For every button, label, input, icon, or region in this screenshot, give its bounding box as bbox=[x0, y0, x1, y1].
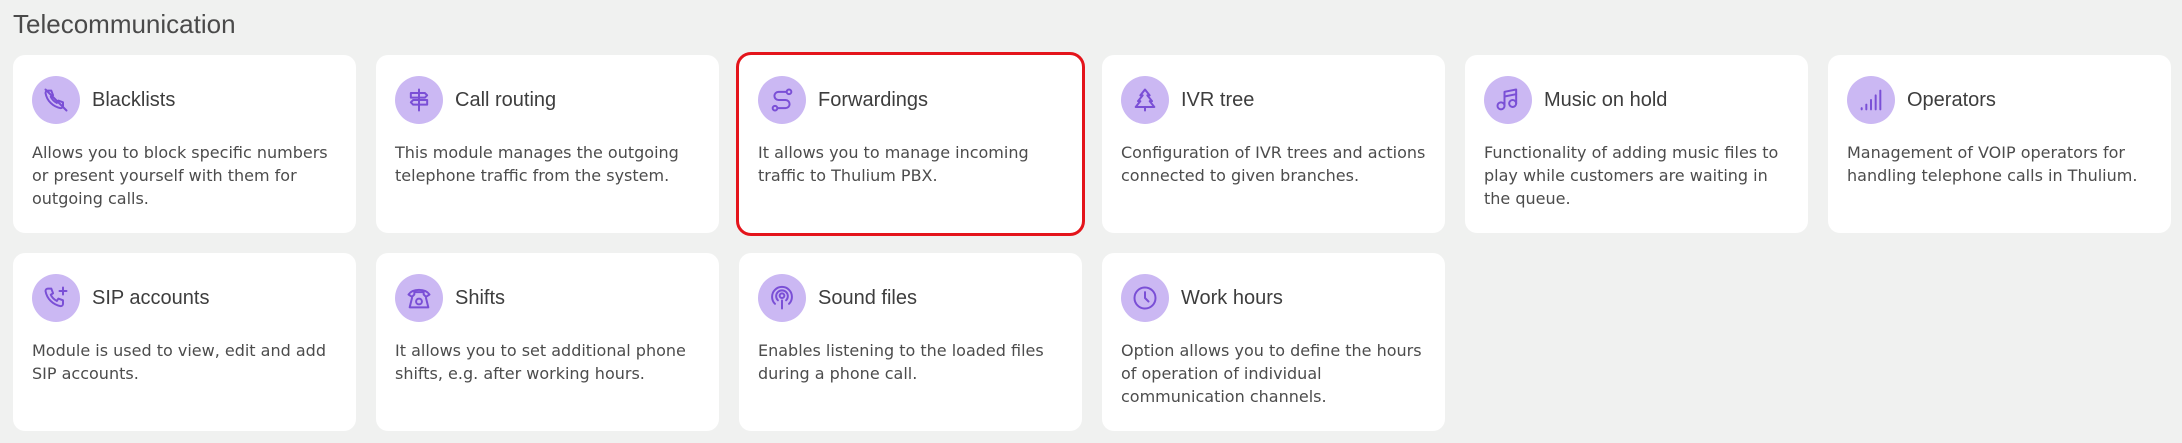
card-header: SIP accounts bbox=[32, 273, 337, 323]
signal-bars-icon bbox=[1847, 76, 1895, 124]
card-description: Management of VOIP operators for handlin… bbox=[1847, 143, 2138, 185]
card-description: Configuration of IVR trees and actions c… bbox=[1121, 143, 1426, 185]
section-title: Telecommunication bbox=[13, 9, 236, 39]
module-card-music-on-hold[interactable]: Music on hold Functionality of adding mu… bbox=[1465, 55, 1808, 233]
signpost-icon bbox=[395, 76, 443, 124]
card-description: Allows you to block specific numbers or … bbox=[32, 143, 328, 208]
card-header: Call routing bbox=[395, 75, 700, 125]
card-title: Forwardings bbox=[818, 88, 929, 111]
card-title: IVR tree bbox=[1181, 88, 1255, 111]
module-card-blacklists[interactable]: Blacklists Allows you to block specific … bbox=[13, 55, 356, 233]
card-title: Sound files bbox=[818, 286, 917, 309]
module-card-forwardings[interactable]: Forwardings It allows you to manage inco… bbox=[736, 52, 1085, 236]
rotary-phone-icon bbox=[395, 274, 443, 322]
card-title: Call routing bbox=[455, 88, 557, 111]
card-description: It allows you to set additional phone sh… bbox=[395, 341, 686, 383]
card-header: Work hours bbox=[1121, 273, 1426, 323]
module-card-sip-accounts[interactable]: SIP accounts Module is used to view, edi… bbox=[13, 253, 356, 431]
card-header: Forwardings bbox=[758, 75, 1063, 125]
module-card-call-routing[interactable]: Call routing This module manages the out… bbox=[376, 55, 719, 233]
card-title: Blacklists bbox=[92, 88, 176, 111]
podcast-icon bbox=[758, 274, 806, 322]
card-description: Option allows you to define the hours of… bbox=[1121, 341, 1422, 406]
module-card-shifts[interactable]: Shifts It allows you to set additional p… bbox=[376, 253, 719, 431]
card-header: Music on hold bbox=[1484, 75, 1789, 125]
card-header: Sound files bbox=[758, 273, 1063, 323]
module-card-ivr-tree[interactable]: IVR tree Configuration of IVR trees and … bbox=[1102, 55, 1445, 233]
card-description: Module is used to view, edit and add SIP… bbox=[32, 341, 326, 383]
tree-icon bbox=[1121, 76, 1169, 124]
card-header: Shifts bbox=[395, 273, 700, 323]
card-description: Enables listening to the loaded files du… bbox=[758, 341, 1044, 383]
phone-blocked-icon bbox=[32, 76, 80, 124]
card-description: Functionality of adding music files to p… bbox=[1484, 143, 1779, 208]
card-title: Music on hold bbox=[1544, 88, 1668, 111]
card-title: Shifts bbox=[455, 286, 506, 309]
card-header: Operators bbox=[1847, 75, 2152, 125]
card-title: SIP accounts bbox=[92, 286, 210, 309]
module-card-operators[interactable]: Operators Management of VOIP operators f… bbox=[1828, 55, 2171, 233]
card-title: Operators bbox=[1907, 88, 1996, 111]
module-card-work-hours[interactable]: Work hours Option allows you to define t… bbox=[1102, 253, 1445, 431]
route-icon bbox=[758, 76, 806, 124]
module-grid: Blacklists Allows you to block specific … bbox=[13, 52, 2171, 431]
card-header: IVR tree bbox=[1121, 75, 1426, 125]
clock-icon bbox=[1121, 274, 1169, 322]
module-card-sound-files[interactable]: Sound files Enables listening to the loa… bbox=[739, 253, 1082, 431]
phone-plus-icon bbox=[32, 274, 80, 322]
music-note-icon bbox=[1484, 76, 1532, 124]
card-header: Blacklists bbox=[32, 75, 337, 125]
card-title: Work hours bbox=[1181, 286, 1283, 309]
card-description: It allows you to manage incoming traffic… bbox=[758, 143, 1029, 185]
card-description: This module manages the outgoing telepho… bbox=[395, 143, 679, 185]
